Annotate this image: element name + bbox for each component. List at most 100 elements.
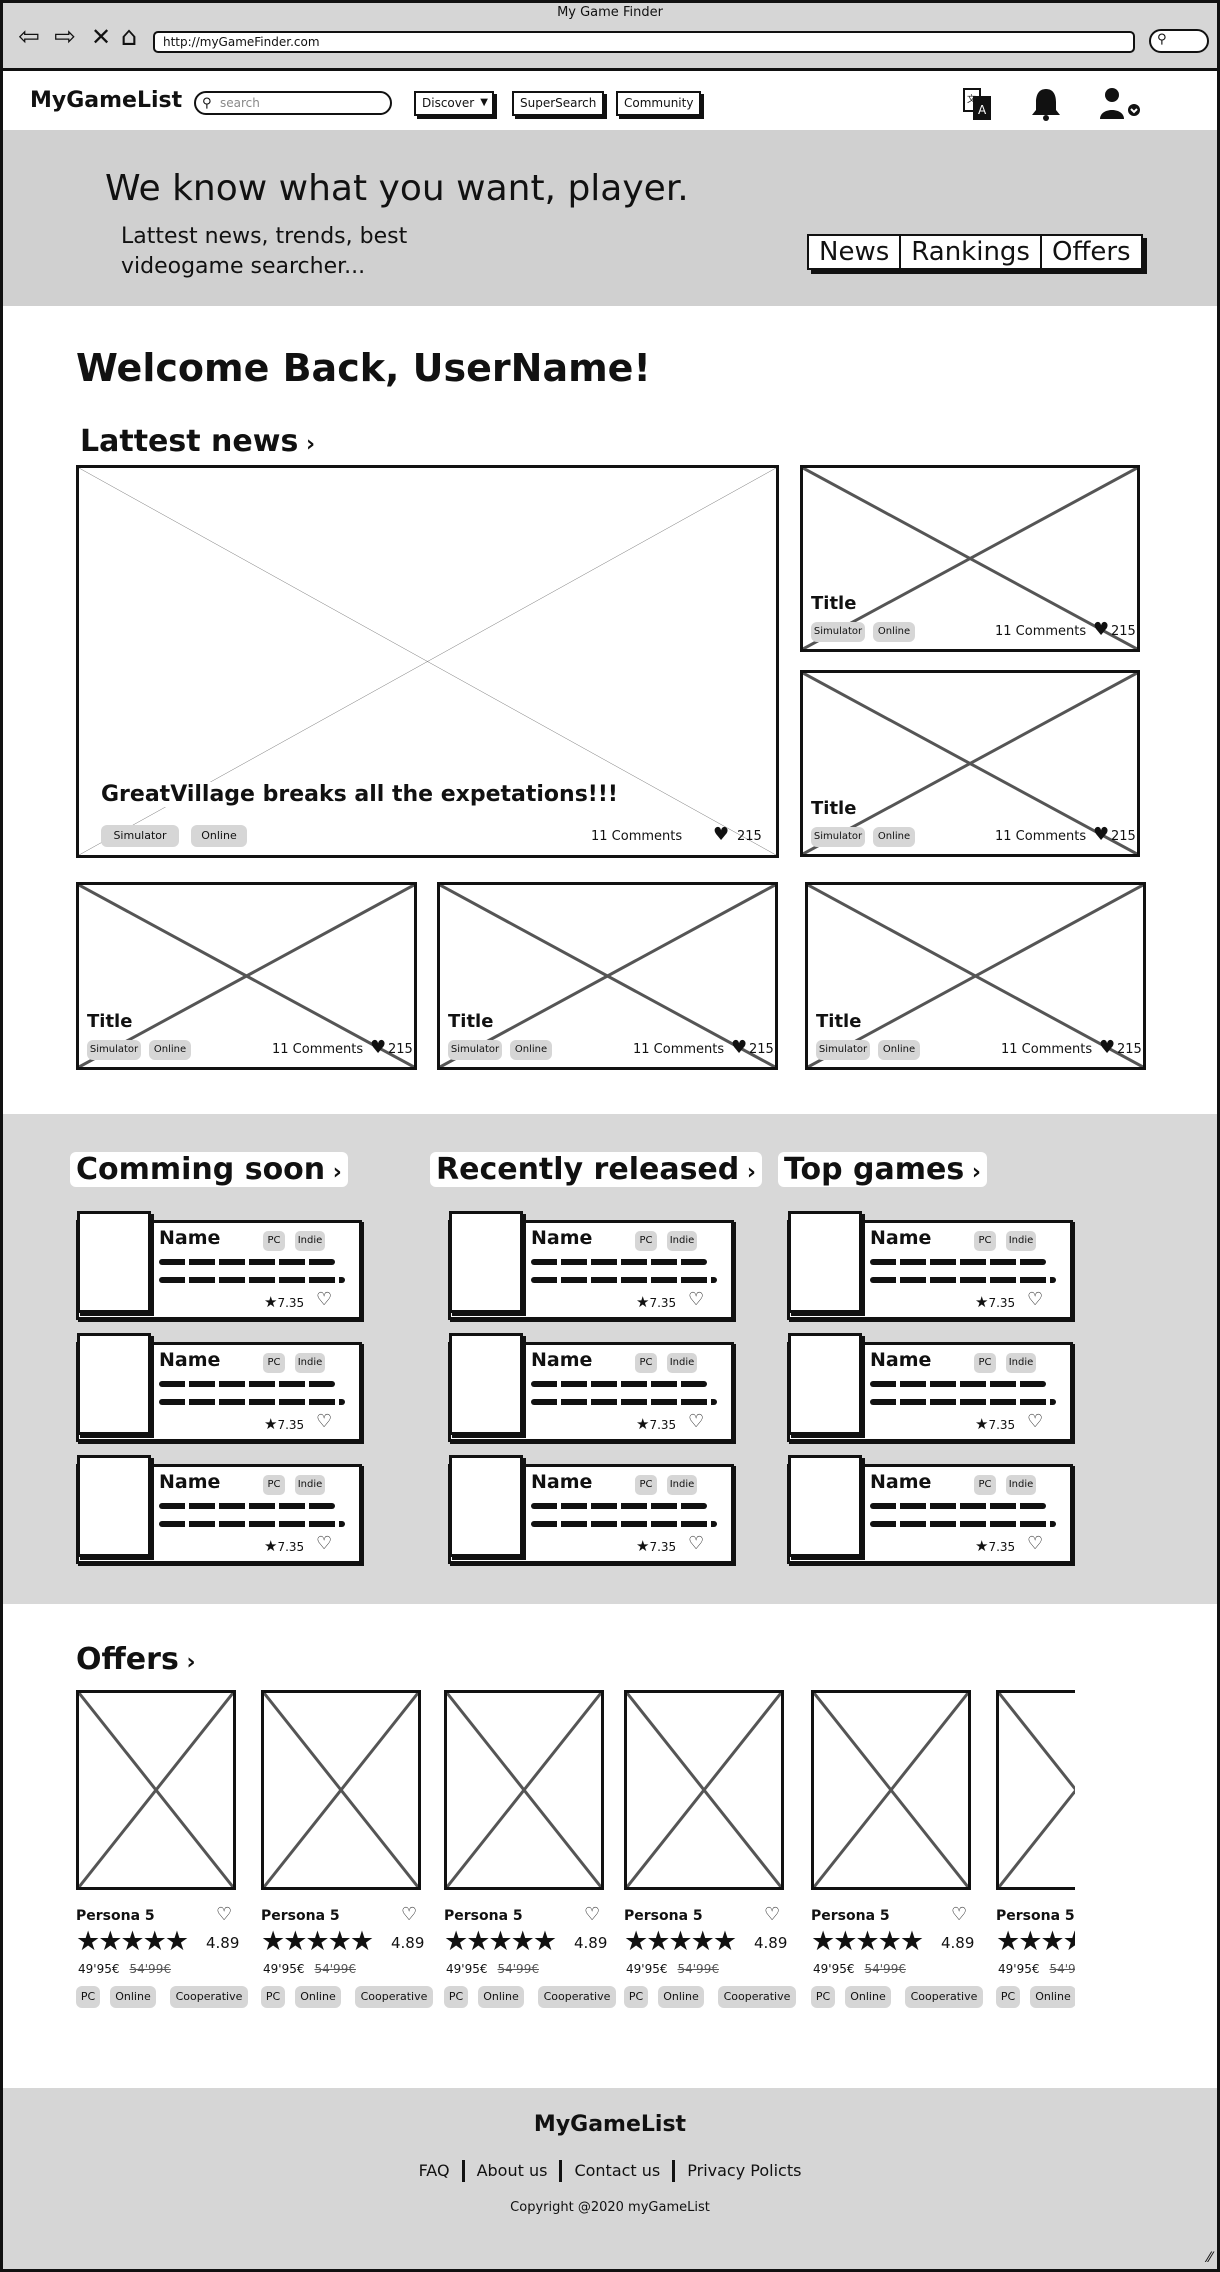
offer-tag[interactable]: PC <box>811 1986 835 2008</box>
comments-count[interactable]: 11 Comments <box>995 829 1086 844</box>
tag-indie[interactable]: Indie <box>1006 1231 1036 1251</box>
offer-tag[interactable]: Cooperative <box>905 1986 983 2008</box>
offer-tag[interactable]: PC <box>624 1986 648 2008</box>
heart-filled-icon[interactable]: ♥ <box>1099 1039 1115 1057</box>
offer-card[interactable]: Persona 5♡★★★★★4.8949'95€54'99€PCOnlineC… <box>996 1690 1075 2020</box>
heart-outline-icon[interactable]: ♡ <box>1027 1411 1043 1432</box>
heart-outline-icon[interactable]: ♡ <box>316 1411 332 1432</box>
news-card[interactable]: Title Simulator Online 11 Comments ♥ 215 <box>800 465 1140 652</box>
offer-card[interactable]: Persona 5♡★★★★★4.8949'95€54'99€PCOnlineC… <box>261 1690 433 2020</box>
offer-tag[interactable]: Cooperative <box>538 1986 616 2008</box>
heart-filled-icon[interactable]: ♥ <box>731 1039 747 1057</box>
tag-simulator[interactable]: Simulator <box>87 1040 141 1060</box>
game-card[interactable]: Name PC Indie ★7.35 ♡ <box>448 1211 734 1320</box>
offer-card[interactable]: Persona 5♡★★★★★4.8949'95€54'99€PCOnlineC… <box>76 1690 248 2020</box>
offers-title[interactable]: Offers › <box>76 1642 196 1677</box>
heart-outline-icon[interactable]: ♡ <box>584 1904 600 1925</box>
offer-tag[interactable]: Online <box>478 1986 524 2008</box>
game-card[interactable]: Name PC Indie ★7.35 ♡ <box>76 1455 362 1564</box>
offer-tag[interactable]: PC <box>261 1986 285 2008</box>
tag-pc[interactable]: PC <box>974 1353 996 1373</box>
offer-card[interactable]: Persona 5♡★★★★★4.8949'95€54'99€PCOnlineC… <box>444 1690 616 2020</box>
home-icon[interactable]: ⌂ <box>115 23 143 51</box>
tag-pc[interactable]: PC <box>635 1353 657 1373</box>
footer-link-contact[interactable]: Contact us <box>562 2160 676 2182</box>
tag-online[interactable]: Online <box>510 1040 552 1060</box>
offer-tag[interactable]: Cooperative <box>355 1986 433 2008</box>
offer-tag[interactable]: PC <box>76 1986 100 2008</box>
tag-indie[interactable]: Indie <box>1006 1353 1036 1373</box>
game-list-title[interactable]: Recently released › <box>430 1152 762 1187</box>
tag-indie[interactable]: Indie <box>295 1475 325 1495</box>
tag-indie[interactable]: Indie <box>295 1231 325 1251</box>
game-card[interactable]: Name PC Indie ★7.35 ♡ <box>787 1455 1073 1564</box>
tab-offers[interactable]: Offers <box>1042 236 1141 268</box>
news-card[interactable]: Title Simulator Online 11 Comments ♥ 215 <box>76 882 417 1070</box>
offer-tag[interactable]: Online <box>110 1986 156 2008</box>
tag-pc[interactable]: PC <box>635 1231 657 1251</box>
tag-indie[interactable]: Indie <box>667 1353 697 1373</box>
back-arrow-icon[interactable]: ⇦ <box>15 23 43 51</box>
heart-filled-icon[interactable]: ♥ <box>1093 826 1109 844</box>
tag-indie[interactable]: Indie <box>667 1475 697 1495</box>
news-card[interactable]: Title Simulator Online 11 Comments ♥ 215 <box>800 670 1140 857</box>
game-card[interactable]: Name PC Indie ★7.35 ♡ <box>787 1211 1073 1320</box>
heart-outline-icon[interactable]: ♡ <box>316 1533 332 1554</box>
tag-simulator[interactable]: Simulator <box>448 1040 502 1060</box>
tab-rankings[interactable]: Rankings <box>901 236 1042 268</box>
game-list-title[interactable]: Top games › <box>778 1152 987 1187</box>
tag-pc[interactable]: PC <box>263 1353 285 1373</box>
news-card[interactable]: Title Simulator Online 11 Comments ♥ 215 <box>805 882 1146 1070</box>
latest-news-title[interactable]: Lattest news › <box>80 424 315 459</box>
heart-outline-icon[interactable]: ♡ <box>1027 1289 1043 1310</box>
tag-pc[interactable]: PC <box>974 1475 996 1495</box>
discover-dropdown[interactable]: Discover ▼ <box>414 91 494 116</box>
browser-search-field[interactable]: ⚲ <box>1149 29 1209 53</box>
search-input[interactable]: ⚲ search <box>194 91 392 115</box>
comments-count[interactable]: 11 Comments <box>272 1042 363 1057</box>
tag-pc[interactable]: PC <box>974 1231 996 1251</box>
tag-simulator[interactable]: Simulator <box>101 825 179 847</box>
game-card[interactable]: Name PC Indie ★7.35 ♡ <box>448 1455 734 1564</box>
comments-count[interactable]: 11 Comments <box>995 624 1086 639</box>
heart-outline-icon[interactable]: ♡ <box>401 1904 417 1925</box>
news-card[interactable]: Title Simulator Online 11 Comments ♥ 215 <box>437 882 778 1070</box>
offer-tag[interactable]: PC <box>444 1986 468 2008</box>
offer-tag[interactable]: Online <box>658 1986 704 2008</box>
game-card[interactable]: Name PC Indie ★7.35 ♡ <box>448 1333 734 1442</box>
offer-tag[interactable]: Online <box>295 1986 341 2008</box>
offer-card[interactable]: Persona 5♡★★★★★4.8949'95€54'99€PCOnlineC… <box>624 1690 796 2020</box>
featured-news-card[interactable]: GreatVillage breaks all the expetations!… <box>76 465 779 858</box>
heart-outline-icon[interactable]: ♡ <box>688 1289 704 1310</box>
url-field[interactable]: http://myGameFinder.com <box>153 31 1135 53</box>
offer-tag[interactable]: Cooperative <box>170 1986 248 2008</box>
resize-handle-icon[interactable]: ⁄⁄ <box>1207 2250 1212 2266</box>
close-icon[interactable]: ✕ <box>87 23 115 51</box>
game-card[interactable]: Name PC Indie ★7.35 ♡ <box>76 1211 362 1320</box>
tag-simulator[interactable]: Simulator <box>811 827 865 847</box>
heart-outline-icon[interactable]: ♡ <box>688 1411 704 1432</box>
tag-indie[interactable]: Indie <box>1006 1475 1036 1495</box>
tag-indie[interactable]: Indie <box>667 1231 697 1251</box>
footer-link-faq[interactable]: FAQ <box>407 2160 465 2182</box>
bell-icon[interactable] <box>1026 84 1066 124</box>
heart-outline-icon[interactable]: ♡ <box>216 1904 232 1925</box>
game-card[interactable]: Name PC Indie ★7.35 ♡ <box>76 1333 362 1442</box>
tag-online[interactable]: Online <box>873 622 915 642</box>
offer-card[interactable]: Persona 5♡★★★★★4.8949'95€54'99€PCOnlineC… <box>811 1690 983 2020</box>
tag-online[interactable]: Online <box>878 1040 920 1060</box>
footer-link-about[interactable]: About us <box>465 2160 563 2182</box>
translate-icon[interactable]: A 文 <box>960 84 994 124</box>
tag-online[interactable]: Online <box>149 1040 191 1060</box>
offers-carousel[interactable]: Persona 5 ♡ ★★★★★ 4.89 49'95€ 54'99€ PC Online C… <box>76 1690 1075 2020</box>
offer-tag[interactable]: PC <box>996 1986 1020 2008</box>
heart-outline-icon[interactable]: ♡ <box>688 1533 704 1554</box>
game-card[interactable]: Name PC Indie ★7.35 ♡ <box>787 1333 1073 1442</box>
comments-count[interactable]: 11 Comments <box>633 1042 724 1057</box>
tag-pc[interactable]: PC <box>263 1231 285 1251</box>
comments-count[interactable]: 11 Comments <box>591 829 682 844</box>
community-button[interactable]: Community <box>616 91 702 116</box>
comments-count[interactable]: 11 Comments <box>1001 1042 1092 1057</box>
tag-simulator[interactable]: Simulator <box>816 1040 870 1060</box>
tag-indie[interactable]: Indie <box>295 1353 325 1373</box>
